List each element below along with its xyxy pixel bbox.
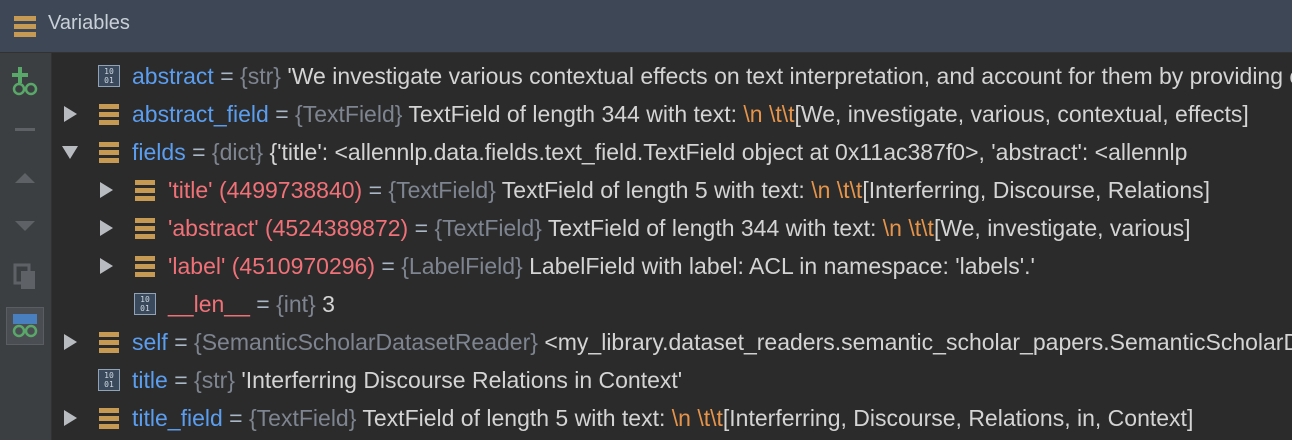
structure-icon: [98, 141, 120, 163]
variable-text: self = {SemanticScholarDatasetReader} <m…: [132, 323, 1292, 361]
structure-icon: [134, 217, 156, 239]
variable-text: abstract_field = {TextField} TextField o…: [132, 95, 1249, 133]
expand-arrow-icon[interactable]: [64, 106, 77, 122]
variable-row[interactable]: 'label' (4510970296) = {LabelField} Labe…: [52, 247, 1292, 285]
equals-sign: =: [368, 177, 383, 203]
structure-icon: [134, 179, 156, 201]
escape-sequence: \n \t\t: [811, 177, 863, 203]
variable-type: {str}: [240, 63, 281, 89]
variable-value-tail: [Interferring, Discourse, Relations]: [862, 177, 1211, 203]
debugger-toolbar: [0, 53, 52, 440]
copy-watch-icon[interactable]: [6, 257, 44, 295]
variable-name: fields: [132, 139, 186, 165]
expand-arrow-icon[interactable]: [64, 410, 77, 426]
equals-sign: =: [275, 101, 289, 127]
expand-arrow-icon[interactable]: [100, 220, 113, 236]
variable-row[interactable]: fields = {dict} {'title': <allennlp.data…: [52, 133, 1292, 171]
variable-type: {int}: [276, 291, 316, 317]
expand-arrow-icon[interactable]: [100, 258, 113, 274]
variable-row[interactable]: 10 01 title = {str} 'Interferring Discours…: [52, 361, 1292, 399]
move-up-icon[interactable]: [6, 159, 44, 197]
equals-sign: =: [414, 215, 429, 241]
variable-text: 'label' (4510970296) = {LabelField} Labe…: [168, 247, 1035, 285]
move-down-icon[interactable]: [6, 207, 44, 245]
escape-sequence: \n \t\t: [882, 215, 934, 241]
escape-sequence: \n \t\t: [671, 405, 723, 431]
variable-text: title = {str} 'Interferring Discourse Re…: [132, 361, 682, 399]
collapse-arrow-icon[interactable]: [62, 146, 78, 159]
expand-arrow-icon[interactable]: [100, 182, 113, 198]
variable-value-tail: [We, investigate, various, contextual, e…: [794, 101, 1249, 127]
primitive-value-icon: 10 01: [134, 293, 156, 315]
add-watch-icon[interactable]: [6, 63, 44, 101]
primitive-value-icon: 10 01: [98, 65, 120, 87]
variable-row[interactable]: self = {SemanticScholarDatasetReader} <m…: [52, 323, 1292, 361]
variables-icon: [14, 16, 36, 37]
variable-value-tail: [We, investigate, various]: [933, 215, 1191, 241]
variable-type: {TextField}: [295, 101, 403, 127]
variable-text: title_field = {TextField} TextField of l…: [132, 399, 1193, 437]
variable-name: abstract: [132, 63, 214, 89]
variable-value: 'Interferring Discourse Relations in Con…: [234, 367, 683, 393]
equals-sign: =: [192, 139, 206, 165]
variable-text: 'title' (4499738840) = {TextField} TextF…: [168, 171, 1210, 209]
primitive-value-icon: 10 01: [98, 369, 120, 391]
variable-name: abstract_field: [132, 101, 269, 127]
variable-type: {LabelField}: [401, 253, 523, 279]
equals-sign: =: [174, 329, 188, 355]
variable-value: 'We investigate various contextual effec…: [287, 63, 1292, 89]
variable-name: self: [132, 329, 168, 355]
variable-name: __len__: [168, 291, 250, 317]
variable-value: LabelField with label: ACL in namespace:…: [522, 253, 1035, 279]
escape-sequence: \n \t\t: [743, 101, 795, 127]
variables-tree: 10 01 abstract = {str} 'We investigate var…: [52, 53, 1292, 440]
variable-value: {'title': <allennlp.data.fields.text_fie…: [263, 139, 1188, 165]
variable-text: abstract = {str} 'We investigate various…: [132, 57, 1292, 95]
variable-text: __len__ = {int} 3: [168, 285, 335, 323]
structure-icon: [98, 407, 120, 429]
variable-row[interactable]: 10 01 __len__ = {int} 3: [52, 285, 1292, 323]
variable-row[interactable]: 10 01 abstract = {str} 'We investigate var…: [52, 57, 1292, 95]
variable-type: {SemanticScholarDatasetReader}: [194, 329, 538, 355]
variable-text: 'abstract' (4524389872) = {TextField} Te…: [168, 209, 1190, 247]
variable-value: TextField of length 344 with text:: [402, 101, 744, 127]
variable-type: {dict}: [211, 139, 264, 165]
equals-sign: =: [229, 405, 243, 431]
variable-value: <my_library.dataset_readers.semantic_sch…: [544, 329, 1292, 355]
variable-name: title_field: [132, 405, 223, 431]
equals-sign: =: [381, 253, 395, 279]
variable-name: title: [132, 367, 168, 393]
variable-row[interactable]: abstract_field = {TextField} TextField o…: [52, 95, 1292, 133]
variable-value: TextField of length 344 with text:: [541, 215, 883, 241]
variable-value: 3: [315, 291, 335, 317]
variable-type: {TextField}: [434, 215, 542, 241]
variable-name: 'label' (4510970296): [168, 253, 375, 279]
variable-value: TextField of length 5 with text:: [356, 405, 672, 431]
remove-watch-icon[interactable]: [6, 111, 44, 149]
variable-row[interactable]: 'abstract' (4524389872) = {TextField} Te…: [52, 209, 1292, 247]
variable-type: {str}: [194, 367, 235, 393]
variable-value: TextField of length 5 with text:: [495, 177, 812, 203]
expand-arrow-icon[interactable]: [64, 334, 77, 350]
structure-icon: [134, 255, 156, 277]
equals-sign: =: [174, 367, 188, 393]
variable-name: 'abstract' (4524389872): [168, 215, 409, 241]
show-watches-icon[interactable]: [6, 307, 44, 345]
panel-header: Variables: [0, 0, 1292, 53]
variable-type: {TextField}: [388, 177, 496, 203]
panel-title: Variables: [48, 12, 130, 34]
structure-icon: [98, 331, 120, 353]
variable-name: 'title' (4499738840): [168, 177, 363, 203]
variable-text: fields = {dict} {'title': <allennlp.data…: [132, 133, 1187, 171]
variable-type: {TextField}: [249, 405, 357, 431]
variable-row[interactable]: 'title' (4499738840) = {TextField} TextF…: [52, 171, 1292, 209]
variable-row[interactable]: title_field = {TextField} TextField of l…: [52, 399, 1292, 437]
equals-sign: =: [256, 291, 270, 317]
variable-value-tail: [Interferring, Discourse, Relations, in,…: [722, 405, 1194, 431]
equals-sign: =: [220, 63, 234, 89]
structure-icon: [98, 103, 120, 125]
